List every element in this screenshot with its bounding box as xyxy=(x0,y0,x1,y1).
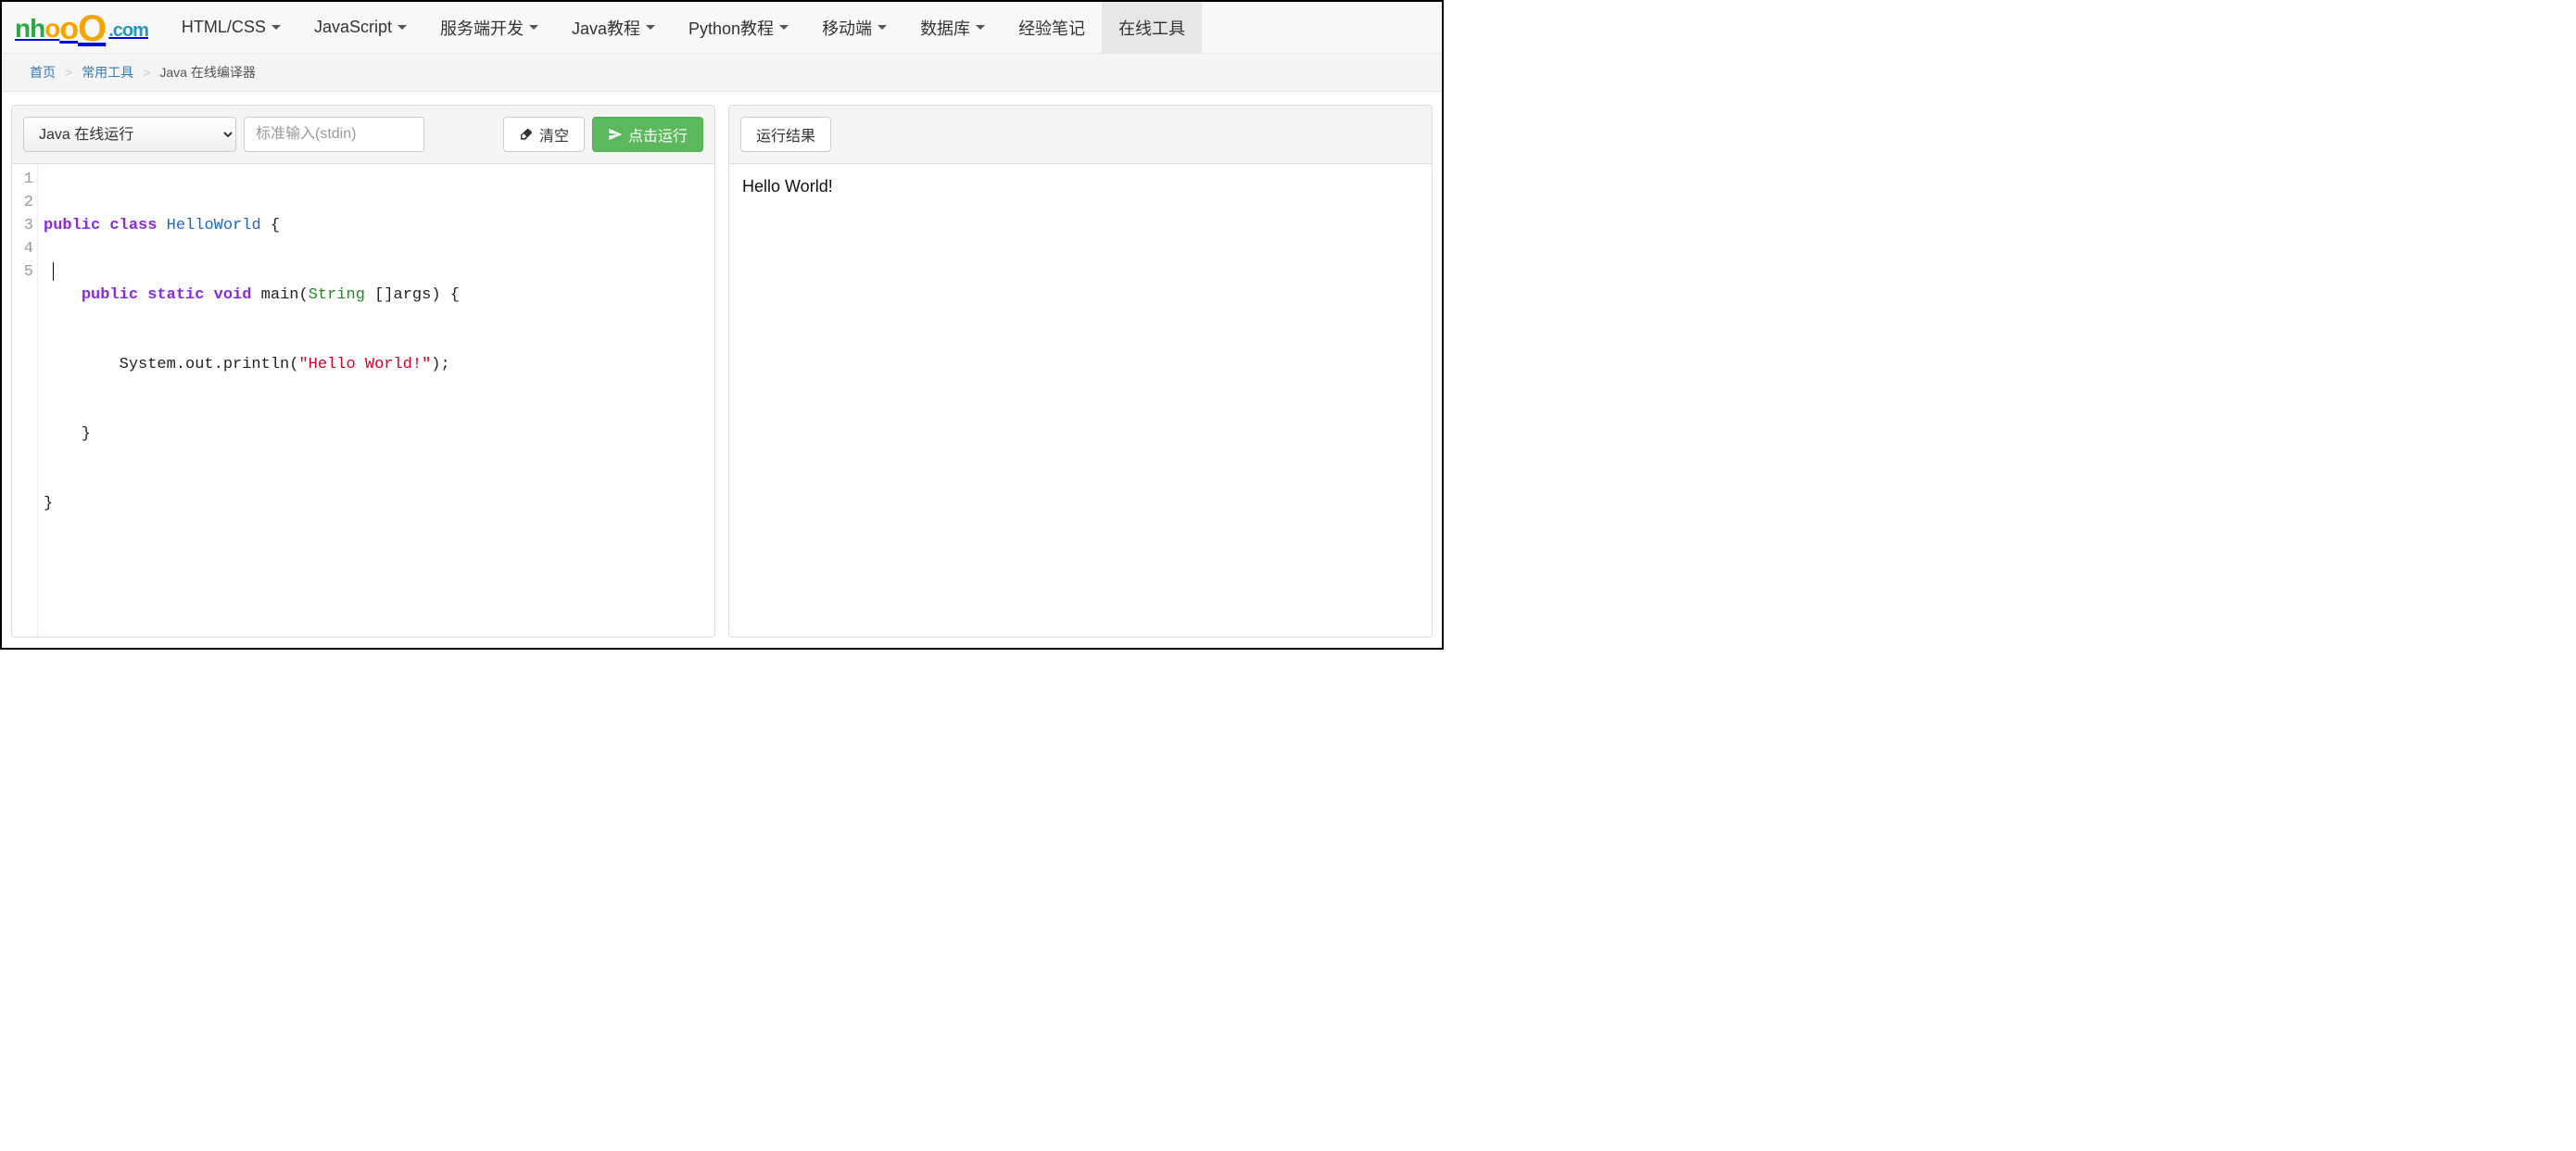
clear-button[interactable]: 清空 xyxy=(503,117,585,152)
stdin-input[interactable] xyxy=(244,117,424,152)
nav-item-0[interactable]: HTML/CSS xyxy=(165,2,297,53)
paper-plane-icon xyxy=(608,127,623,142)
nav-item-label: 经验笔记 xyxy=(1018,16,1085,40)
chevron-down-icon xyxy=(529,25,538,30)
run-button[interactable]: 点击运行 xyxy=(592,117,703,152)
line-number: 4 xyxy=(12,237,33,260)
breadcrumb-link[interactable]: 首页 xyxy=(30,65,56,80)
logo-segment: o xyxy=(44,14,59,44)
breadcrumb-separator: > xyxy=(143,65,150,80)
workspace: Java 在线运行 清空 点击运行 12345 public class Hel… xyxy=(2,92,1442,647)
output-area: Hello World! xyxy=(729,164,1432,637)
output-text: Hello World! xyxy=(742,177,833,196)
code-line: public class HelloWorld { xyxy=(44,214,714,237)
code-area[interactable]: public class HelloWorld { public static … xyxy=(38,164,714,637)
line-number: 5 xyxy=(12,260,33,284)
editor-toolbar: Java 在线运行 清空 点击运行 xyxy=(12,106,714,164)
nav-item-label: JavaScript xyxy=(314,18,392,37)
code-editor[interactable]: 12345 public class HelloWorld { public s… xyxy=(12,164,714,637)
top-nav: nh o o O .com HTML/CSS JavaScript 服务端开发 Jav… xyxy=(2,2,1442,54)
clear-button-label: 清空 xyxy=(539,123,569,145)
nav-item-3[interactable]: Java教程 xyxy=(555,2,672,53)
editor-panel: Java 在线运行 清空 点击运行 12345 public class Hel… xyxy=(11,105,715,638)
code-line: System.out.println("Hello World!"); xyxy=(44,353,714,376)
nav-item-label: HTML/CSS xyxy=(182,18,266,37)
breadcrumb-separator: > xyxy=(65,65,72,80)
nav-item-5[interactable]: 移动端 xyxy=(805,2,903,53)
nav-item-label: 移动端 xyxy=(822,16,872,40)
run-button-label: 点击运行 xyxy=(628,123,688,145)
nav-item-label: 数据库 xyxy=(920,16,970,40)
nav-item-2[interactable]: 服务端开发 xyxy=(423,2,555,53)
nav-item-label: Python教程 xyxy=(688,16,774,40)
logo-segment: o xyxy=(59,16,78,42)
eraser-icon xyxy=(519,127,534,142)
code-line: } xyxy=(44,423,714,446)
line-number: 2 xyxy=(12,191,33,214)
site-logo[interactable]: nh o o O .com xyxy=(2,12,165,44)
nav-item-7[interactable]: 经验笔记 xyxy=(1002,2,1102,53)
breadcrumb: 首页 > 常用工具 > Java 在线编译器 xyxy=(2,54,1442,92)
logo-segment: O xyxy=(78,16,106,42)
nav-item-6[interactable]: 数据库 xyxy=(903,2,1002,53)
line-gutter: 12345 xyxy=(12,164,38,637)
nav-item-1[interactable]: JavaScript xyxy=(297,2,423,53)
output-panel: 运行结果 Hello World! xyxy=(728,105,1433,638)
breadcrumb-current: Java 在线编译器 xyxy=(159,65,255,80)
chevron-down-icon xyxy=(779,25,789,30)
chevron-down-icon xyxy=(878,25,887,30)
text-cursor xyxy=(53,262,54,281)
language-select[interactable]: Java 在线运行 xyxy=(23,117,236,152)
nav-item-label: 服务端开发 xyxy=(440,16,524,40)
code-line: public static void main(String []args) { xyxy=(44,284,714,307)
logo-segment: nh xyxy=(15,14,44,44)
output-toolbar: 运行结果 xyxy=(729,106,1432,164)
breadcrumb-link[interactable]: 常用工具 xyxy=(82,65,133,80)
result-button[interactable]: 运行结果 xyxy=(740,117,831,152)
code-line: } xyxy=(44,492,714,515)
nav-item-4[interactable]: Python教程 xyxy=(672,2,805,53)
result-button-label: 运行结果 xyxy=(756,123,815,145)
chevron-down-icon xyxy=(646,25,655,30)
nav-item-label: 在线工具 xyxy=(1118,16,1185,40)
chevron-down-icon xyxy=(271,25,281,30)
chevron-down-icon xyxy=(398,25,407,30)
line-number: 3 xyxy=(12,214,33,237)
nav-item-8[interactable]: 在线工具 xyxy=(1102,2,1202,53)
chevron-down-icon xyxy=(976,25,985,30)
nav-item-label: Java教程 xyxy=(572,16,640,40)
line-number: 1 xyxy=(12,168,33,191)
logo-domain: .com xyxy=(108,20,148,42)
